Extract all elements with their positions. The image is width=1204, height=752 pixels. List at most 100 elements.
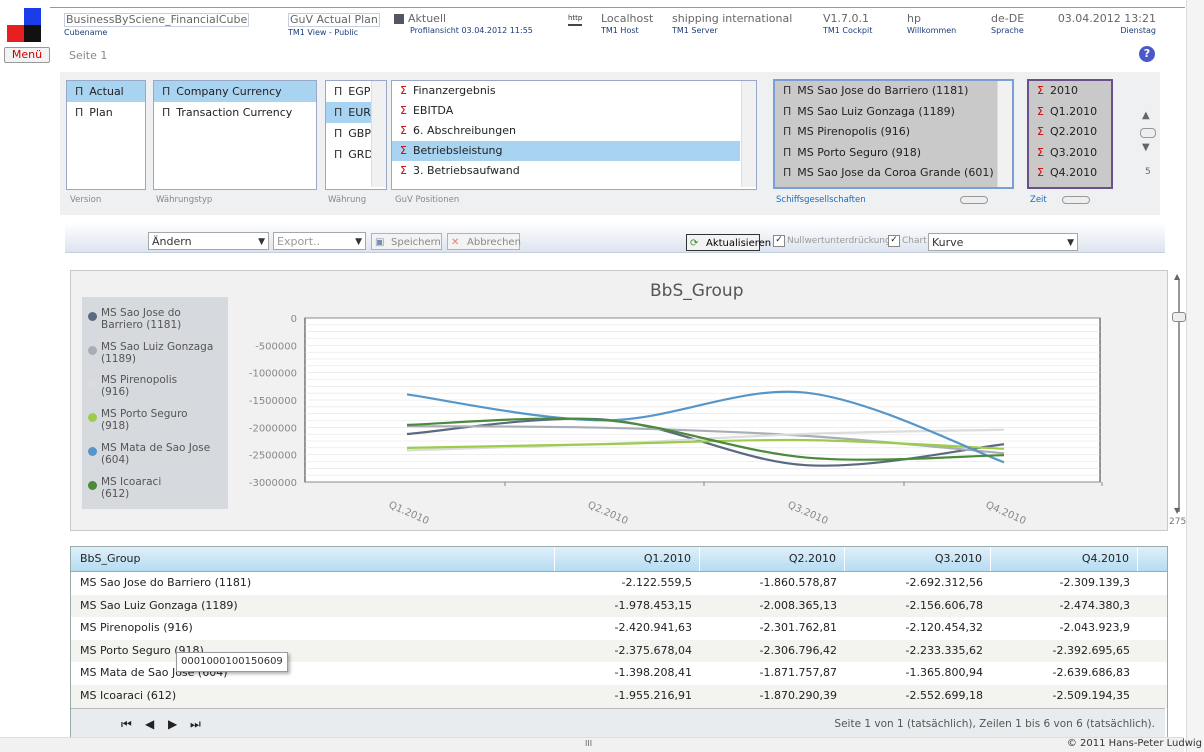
table-cell[interactable]: -1.365.800,94 — [845, 662, 991, 684]
table-cell[interactable]: -2.306.796,42 — [700, 640, 845, 662]
cancel-button[interactable]: ✕ Abbrechen — [447, 233, 521, 250]
guv-positions-listbox[interactable]: Σ Finanzergebnis Σ EBITDA Σ 6. Abschreibung… — [391, 80, 757, 190]
table-cell[interactable]: -2.043.923,9 — [991, 617, 1138, 639]
time-item[interactable]: Σ Q1.2010 — [1029, 102, 1111, 123]
table-cell[interactable]: MS Mata de Sao Jose (604) — [71, 662, 555, 684]
version-item[interactable]: Π Plan — [67, 102, 145, 123]
scroll-up-arrow-icon[interactable]: ▲ — [1174, 272, 1180, 281]
version-item[interactable]: Π Actual — [67, 81, 145, 102]
column-header[interactable]: BbS_Group — [71, 547, 555, 571]
chevron-down-icon: ▼ — [355, 237, 362, 247]
last-page-icon[interactable]: ⏭ — [190, 717, 201, 732]
table-cell[interactable]: -2.375.678,04 — [555, 640, 700, 662]
ship-item[interactable]: Π MS Porto Seguro (918) — [775, 143, 1012, 164]
table-row[interactable]: MS Pirenopolis (916) -2.420.941,63 -2.301.… — [71, 617, 1167, 640]
table-row[interactable]: MS Icoaraci (612) -1.955.216,91 -1.870.290… — [71, 685, 1167, 708]
table-cell[interactable]: -1.978.453,15 — [555, 595, 700, 617]
guv-item[interactable]: Σ 6. Abschreibungen — [392, 121, 756, 141]
table-cell[interactable]: MS Porto Seguro (918) — [71, 640, 555, 662]
user-label: Willkommen — [907, 26, 957, 35]
guv-item[interactable]: Σ Finanzergebnis — [392, 81, 756, 101]
chart-type-select[interactable]: Kurve ▼ — [928, 233, 1078, 251]
ship-item[interactable]: Π MS Sao Jose do Barriero (1181) — [775, 81, 1012, 102]
column-header[interactable]: Q2.2010 — [700, 547, 845, 571]
currency-scrollbar[interactable] — [371, 81, 386, 187]
window-horizontal-scrollbar[interactable]: III — [0, 737, 1184, 752]
refresh-button[interactable]: ⟳ Aktualisieren — [686, 234, 771, 251]
table-cell[interactable]: MS Icoaraci (612) — [71, 685, 555, 707]
table-cell[interactable]: -1.871.757,87 — [700, 662, 845, 684]
view-name-field[interactable]: GuV Actual Plan TM1 View - Public — [288, 13, 380, 39]
table-cell[interactable]: -2.392.695,65 — [991, 640, 1138, 662]
export-select[interactable]: Export.. ▼ — [273, 232, 366, 250]
table-cell[interactable]: -2.420.941,63 — [555, 617, 700, 639]
table-cell[interactable]: -1.860.578,87 — [700, 572, 845, 594]
panel-toggle-icon[interactable] — [1140, 128, 1156, 138]
table-row[interactable]: MS Sao Jose do Barriero (1181) -2.122.559… — [71, 572, 1167, 595]
ships-scrollbar[interactable] — [997, 81, 1012, 187]
ship-item[interactable]: Π MS Sao Jose da Coroa Grande (601) — [775, 163, 1012, 184]
table-cell[interactable]: MS Pirenopolis (916) — [71, 617, 555, 639]
save-button[interactable]: ▣ Speichern — [371, 233, 442, 250]
page-vertical-scrollbar[interactable]: ▲ ▼ — [1172, 272, 1186, 520]
table-cell[interactable]: -1.955.216,91 — [555, 685, 700, 707]
guv-item[interactable]: Σ 3. Betriebsaufwand — [392, 161, 756, 181]
currency-type-listbox[interactable]: Π Company Currency Π Transaction Currency — [153, 80, 317, 190]
table-cell[interactable]: -2.509.194,35 — [991, 685, 1138, 707]
table-cell[interactable]: -2.552.699,18 — [845, 685, 991, 707]
currency-type-item[interactable]: Π Company Currency — [154, 81, 316, 102]
table-cell[interactable]: -2.692.312,56 — [845, 572, 991, 594]
window-vertical-scrollbar[interactable] — [1186, 0, 1204, 752]
column-header[interactable]: Q1.2010 — [555, 547, 700, 571]
table-cell[interactable]: -2.156.606,78 — [845, 595, 991, 617]
scroll-thumb[interactable] — [1172, 312, 1186, 322]
table-cell[interactable]: -2.309.139,3 — [991, 572, 1138, 594]
table-cell[interactable]: -2.120.454,32 — [845, 617, 991, 639]
time-item[interactable]: Σ Q2.2010 — [1029, 122, 1111, 143]
version-listbox[interactable]: Π Actual Π Plan — [66, 80, 146, 190]
next-page-icon[interactable]: ▶ — [168, 717, 177, 731]
action-select[interactable]: Ändern ▼ — [148, 232, 269, 250]
table-row[interactable]: MS Sao Luiz Gonzaga (1189) -1.978.453,15-… — [71, 594, 1167, 618]
scroll-value-label: 275 — [1169, 517, 1187, 527]
time-item[interactable]: Σ Q4.2010 — [1029, 163, 1111, 184]
time-item[interactable]: Σ 2010 — [1029, 81, 1111, 102]
table-cell[interactable]: -2.301.762,81 — [700, 617, 845, 639]
first-page-icon[interactable]: ⏮ — [121, 717, 132, 732]
guv-item[interactable]: Σ EBITDA — [392, 101, 756, 121]
legend-label: MS Sao Luiz Gonzaga (1189) — [101, 341, 214, 365]
ship-item[interactable]: Π MS Pirenopolis (916) — [775, 122, 1012, 143]
column-header[interactable]: Q3.2010 — [845, 547, 991, 571]
table-cell[interactable]: MS Sao Jose do Barriero (1181) — [71, 572, 555, 594]
time-item[interactable]: Σ Q3.2010 — [1029, 143, 1111, 164]
ships-resize-handle[interactable] — [960, 196, 988, 204]
table-cell[interactable]: -1.398.208,41 — [555, 662, 700, 684]
chart-checkbox[interactable]: ✓ Chart — [888, 234, 927, 248]
help-icon[interactable]: ? — [1139, 46, 1155, 62]
table-cell[interactable]: -2.233.335,62 — [845, 640, 991, 662]
zero-suppress-checkbox[interactable]: ✓ Nullwertunterdrückung — [773, 234, 891, 248]
prev-page-icon[interactable]: ◀ — [145, 717, 154, 731]
ship-item[interactable]: Π MS Sao Luiz Gonzaga (1189) — [775, 102, 1012, 123]
menu-button[interactable]: Menü — [4, 47, 50, 63]
column-header[interactable]: Q4.2010 — [991, 547, 1138, 571]
table-cell[interactable]: -2.639.686,83 — [991, 662, 1138, 684]
scroll-down-arrow-icon[interactable]: ▼ — [1174, 506, 1180, 515]
table-cell[interactable]: -2.008.365,13 — [700, 595, 845, 617]
profile-view[interactable]: Aktuell Profilansicht 03.04.2012 11:55 — [394, 13, 533, 37]
table-cell[interactable]: -1.870.290,39 — [700, 685, 845, 707]
currency-type-item[interactable]: Π Transaction Currency — [154, 102, 316, 123]
ships-listbox[interactable]: Π MS Sao Jose do Barriero (1181) Π MS Sao … — [773, 79, 1014, 189]
cube-name-field[interactable]: BusinessBySciene_FinancialCube Cubename — [64, 13, 250, 39]
table-cell[interactable]: -2.122.559,5 — [555, 572, 700, 594]
time-resize-handle[interactable] — [1062, 196, 1090, 204]
scroll-down-arrow-icon[interactable]: ▼ — [1142, 142, 1150, 153]
time-listbox[interactable]: Σ 2010 Σ Q1.2010 Σ Q2.2010 Σ Q3.2010 Σ Q4.201… — [1027, 79, 1113, 189]
table-cell[interactable]: MS Sao Luiz Gonzaga (1189) — [71, 595, 555, 617]
table-cell[interactable]: -2.474.380,3 — [991, 595, 1138, 617]
guv-item[interactable]: Σ Betriebsleistung — [392, 141, 740, 161]
currency-listbox[interactable]: Π EGP Π EUR Π GBP Π GRD — [325, 80, 387, 190]
datetime-info: 03.04.2012 13:21 Dienstag — [1058, 13, 1156, 37]
scroll-up-arrow-icon[interactable]: ▲ — [1142, 110, 1150, 121]
guv-scrollbar[interactable] — [741, 81, 756, 187]
